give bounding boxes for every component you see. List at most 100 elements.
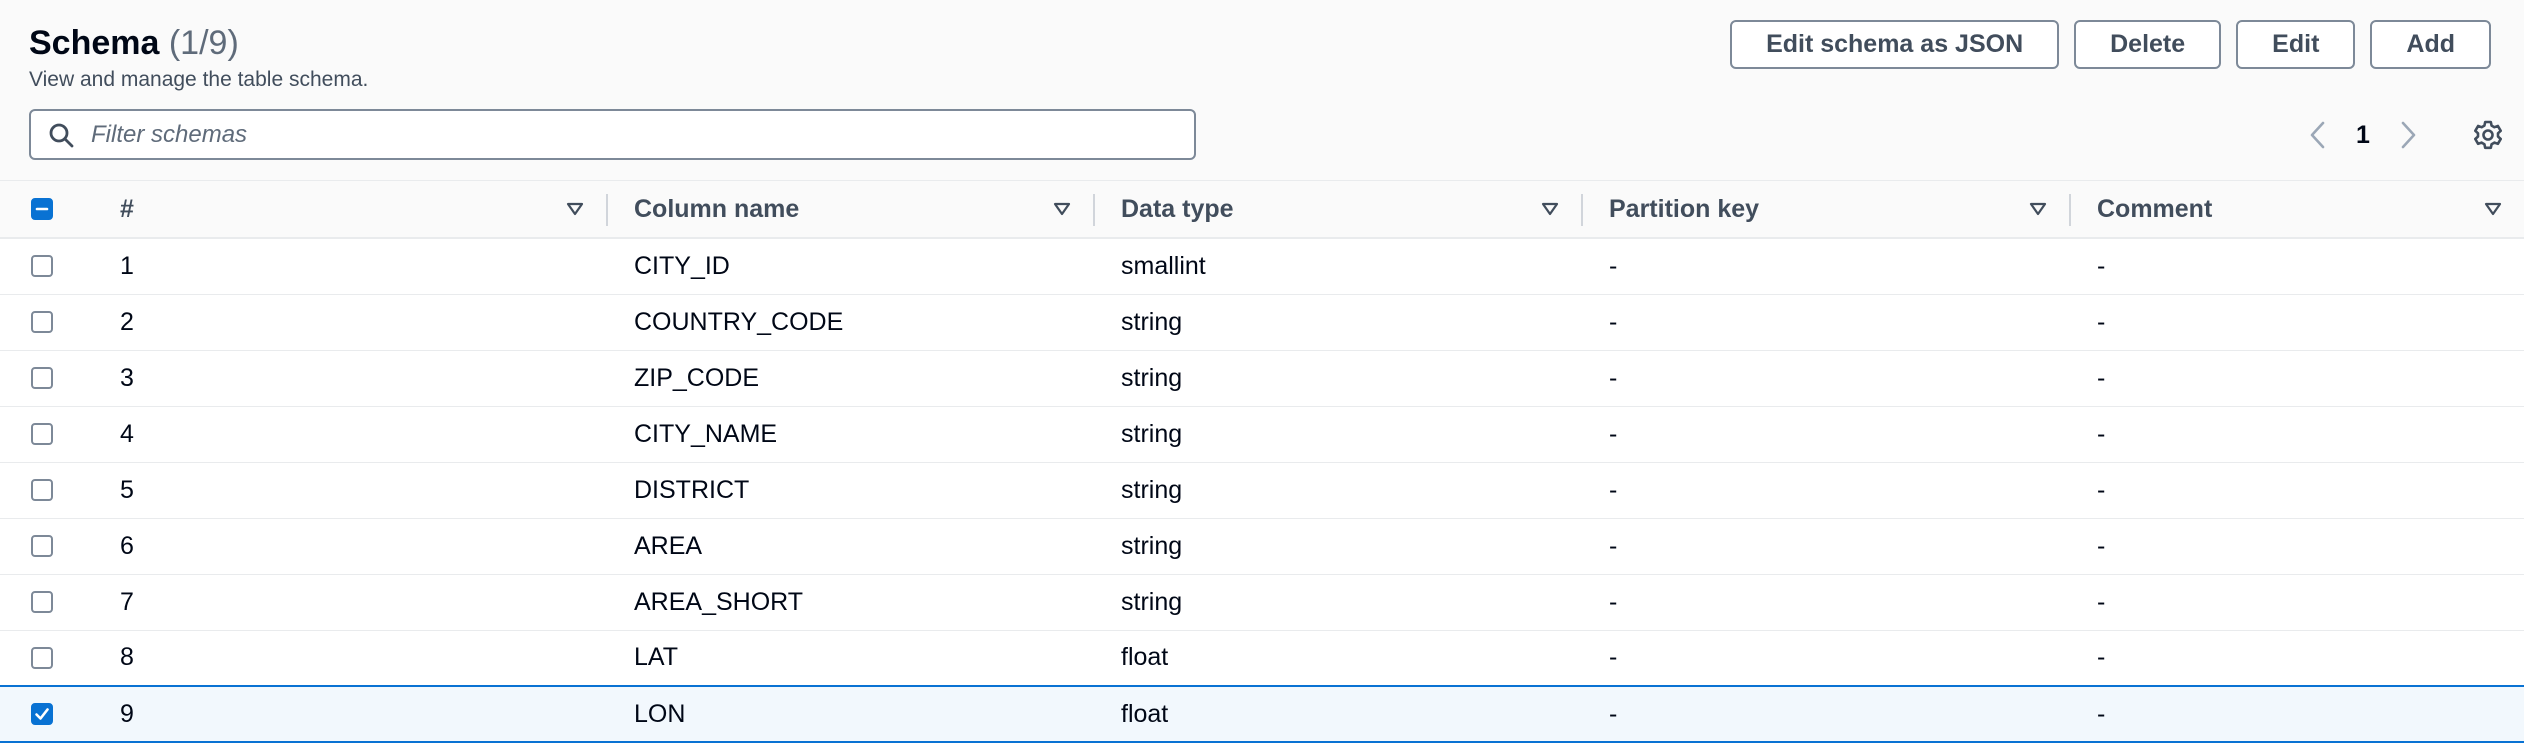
select-all-cell xyxy=(0,181,120,239)
delete-button[interactable]: Delete xyxy=(2074,20,2222,69)
cell-comment: - xyxy=(2097,643,2106,672)
column-divider[interactable] xyxy=(606,194,608,226)
table-row[interactable]: 7 AREA_SHORT string - - xyxy=(0,574,2524,630)
row-checkbox[interactable] xyxy=(31,255,53,278)
column-divider[interactable] xyxy=(2069,194,2071,226)
page-title: Schema (1/9) xyxy=(29,24,239,63)
table-header-row: # Column name Data type Partition key Co… xyxy=(0,180,2524,239)
cell-number: 2 xyxy=(120,307,134,336)
row-select-cell xyxy=(0,574,120,630)
table-row[interactable]: 2 COUNTRY_CODE string - - xyxy=(0,294,2524,350)
page-description: View and manage the table schema. xyxy=(29,68,369,91)
chevron-right-icon[interactable] xyxy=(2388,112,2428,158)
filter-schemas-input[interactable] xyxy=(89,119,1179,150)
column-header-partition-key-label: Partition key xyxy=(1609,194,1760,223)
table-row[interactable]: 8 LAT float - - xyxy=(0,630,2524,686)
cell-column-name: AREA_SHORT xyxy=(634,587,804,616)
table-row[interactable]: 4 CITY_NAME string - - xyxy=(0,406,2524,462)
table-row[interactable]: 3 ZIP_CODE string - - xyxy=(0,350,2524,406)
gear-icon[interactable] xyxy=(2468,112,2508,158)
column-header-number-label: # xyxy=(120,194,134,223)
edit-schema-json-button[interactable]: Edit schema as JSON xyxy=(1730,20,2060,69)
cell-column-name: LAT xyxy=(634,643,678,672)
row-checkbox[interactable] xyxy=(31,367,53,389)
select-all-checkbox[interactable] xyxy=(31,198,53,220)
search-icon xyxy=(43,122,79,148)
cell-number: 1 xyxy=(120,251,134,280)
column-header-number[interactable]: # xyxy=(120,181,606,239)
cell-column-name: ZIP_CODE xyxy=(634,363,760,392)
row-select-cell xyxy=(0,518,120,574)
row-checkbox[interactable] xyxy=(31,535,53,557)
column-header-comment[interactable]: Comment xyxy=(2069,181,2524,239)
cell-number: 9 xyxy=(120,699,134,728)
cell-partition-key: - xyxy=(1609,419,1618,448)
cell-number: 8 xyxy=(120,643,134,672)
cell-number: 7 xyxy=(120,587,134,616)
schema-table: # Column name Data type Partition key Co… xyxy=(0,180,2524,743)
cell-number: 6 xyxy=(120,531,134,560)
cell-partition-key: - xyxy=(1609,363,1618,392)
cell-data-type: string xyxy=(1121,419,1183,448)
caret-down-icon[interactable] xyxy=(1541,202,1559,216)
cell-number: 4 xyxy=(120,419,134,448)
row-checkbox[interactable] xyxy=(31,703,53,725)
cell-data-type: float xyxy=(1121,699,1169,728)
column-divider[interactable] xyxy=(1581,194,1583,226)
cell-data-type: string xyxy=(1121,531,1183,560)
row-checkbox[interactable] xyxy=(31,479,53,501)
cell-partition-key: - xyxy=(1609,643,1618,672)
row-checkbox[interactable] xyxy=(31,423,53,445)
caret-down-icon[interactable] xyxy=(1053,202,1071,216)
cell-partition-key: - xyxy=(1609,307,1618,336)
cell-partition-key: - xyxy=(1609,531,1618,560)
schema-panel: Schema (1/9) View and manage the table s… xyxy=(0,0,2524,742)
cell-comment: - xyxy=(2097,419,2106,448)
caret-down-icon[interactable] xyxy=(566,202,584,216)
pagination: 1 xyxy=(2298,112,2508,158)
column-header-partition-key[interactable]: Partition key xyxy=(1581,181,2069,239)
row-select-cell xyxy=(0,406,120,462)
cell-comment: - xyxy=(2097,699,2106,728)
table-row[interactable]: 5 DISTRICT string - - xyxy=(0,462,2524,518)
row-checkbox[interactable] xyxy=(31,591,53,613)
table-row[interactable]: 6 AREA string - - xyxy=(0,518,2524,574)
filter-box xyxy=(29,109,1196,160)
cell-column-name: CITY_ID xyxy=(634,251,730,280)
caret-down-icon[interactable] xyxy=(2029,202,2047,216)
row-select-cell xyxy=(0,462,120,518)
cell-column-name: COUNTRY_CODE xyxy=(634,307,844,336)
cell-data-type: string xyxy=(1121,587,1183,616)
row-select-cell xyxy=(0,686,120,742)
cell-number: 5 xyxy=(120,475,134,504)
cell-comment: - xyxy=(2097,363,2106,392)
selection-count: (1/9) xyxy=(168,24,239,62)
cell-column-name: DISTRICT xyxy=(634,475,750,504)
action-buttons: Edit schema as JSON Delete Edit Add xyxy=(1730,20,2491,69)
cell-comment: - xyxy=(2097,307,2106,336)
caret-down-icon[interactable] xyxy=(2484,202,2502,216)
cell-partition-key: - xyxy=(1609,475,1618,504)
column-header-column-name-label: Column name xyxy=(634,194,800,223)
table-row[interactable]: 1 CITY_ID smallint - - xyxy=(0,238,2524,294)
row-checkbox[interactable] xyxy=(31,311,53,333)
table-row[interactable]: 9 LON float - - xyxy=(0,686,2524,742)
current-page[interactable]: 1 xyxy=(2338,121,2388,150)
edit-button[interactable]: Edit xyxy=(2236,20,2356,69)
add-button[interactable]: Add xyxy=(2370,20,2491,69)
row-select-cell xyxy=(0,630,120,686)
row-select-cell xyxy=(0,294,120,350)
cell-comment: - xyxy=(2097,587,2106,616)
cell-partition-key: - xyxy=(1609,587,1618,616)
chevron-left-icon[interactable] xyxy=(2298,112,2338,158)
column-header-data-type-label: Data type xyxy=(1121,194,1234,223)
column-header-data-type[interactable]: Data type xyxy=(1093,181,1581,239)
cell-column-name: CITY_NAME xyxy=(634,419,778,448)
row-checkbox[interactable] xyxy=(31,646,53,669)
checkmark-icon xyxy=(35,708,49,720)
title-text: Schema xyxy=(29,24,160,62)
cell-comment: - xyxy=(2097,531,2106,560)
column-header-column-name[interactable]: Column name xyxy=(606,181,1093,239)
cell-column-name: AREA xyxy=(634,531,703,560)
column-divider[interactable] xyxy=(1093,194,1095,226)
